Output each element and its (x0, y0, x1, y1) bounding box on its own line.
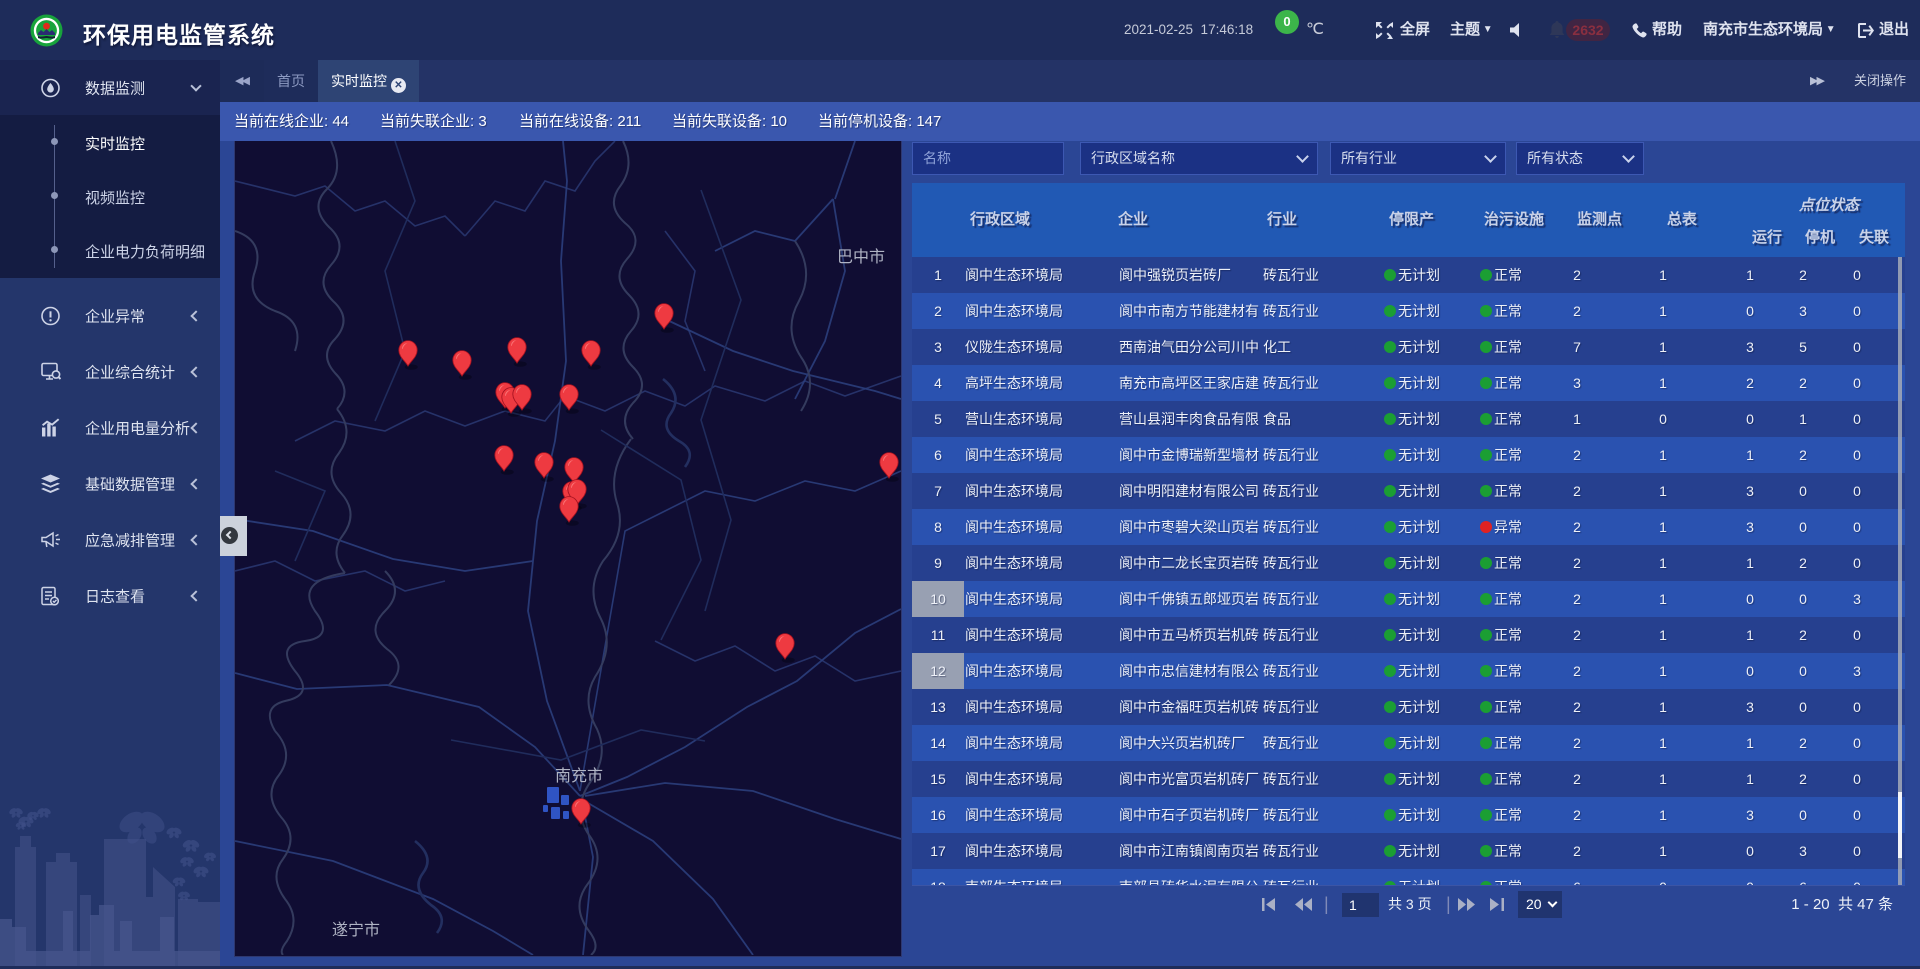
svg-text:南充市: 南充市 (555, 767, 603, 785)
svg-text:遂宁市: 遂宁市 (332, 921, 380, 939)
svg-text:巴中市: 巴中市 (837, 248, 885, 266)
